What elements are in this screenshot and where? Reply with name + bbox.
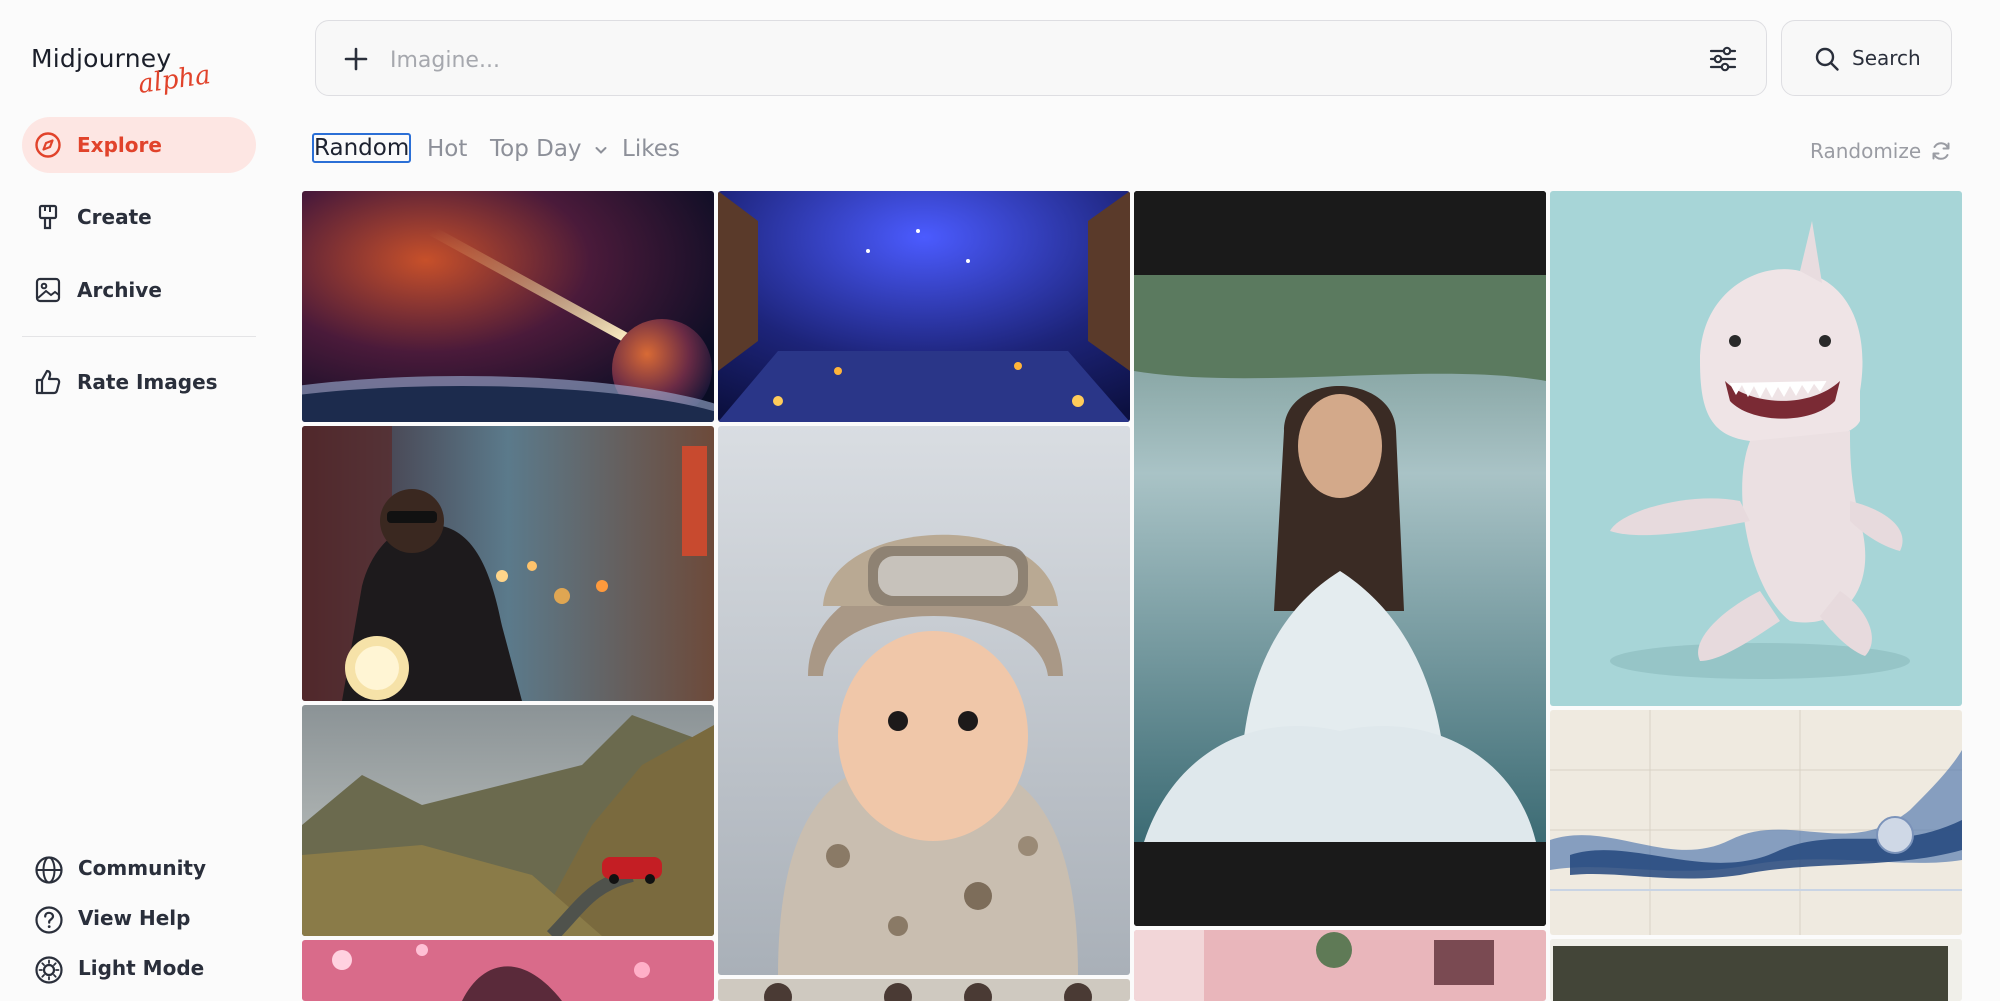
thumbs-up-icon (35, 369, 61, 395)
sidebar-footer-label: Community (78, 856, 207, 880)
sidebar-divider (22, 336, 256, 337)
tab-likes[interactable]: Likes (622, 136, 680, 162)
search-icon (1815, 47, 1839, 71)
gallery-artwork (718, 426, 1130, 975)
gallery-image-pink-shark[interactable] (1550, 191, 1962, 706)
sidebar-item-archive[interactable]: Archive (22, 262, 256, 318)
gallery-artwork (718, 979, 1130, 1001)
sidebar-item-label: Create (77, 205, 152, 229)
help-circle-icon (35, 906, 63, 934)
imagine-input[interactable] (388, 39, 1592, 81)
sidebar-item-create[interactable]: Create (22, 189, 256, 245)
midjourney-logo[interactable]: Midjourney alpha (31, 44, 212, 100)
sun-icon (35, 956, 63, 984)
gallery-image-sketch-figures[interactable] (718, 979, 1130, 1001)
sidebar: Midjourney alpha Explore Create Archive (0, 0, 280, 1001)
search-button[interactable]: Search (1781, 20, 1952, 96)
gallery-artwork (1550, 939, 1962, 1001)
search-button-label: Search (1852, 46, 1921, 70)
sidebar-item-label: Explore (77, 133, 162, 157)
gallery-image-pink-hair[interactable] (302, 940, 714, 1001)
gallery-artwork (302, 940, 714, 1001)
gallery-image-biker[interactable] (302, 426, 714, 701)
gallery-image-man-in-robe[interactable] (1134, 191, 1546, 926)
sidebar-item-label: Rate Images (77, 370, 218, 394)
gallery-artwork (1550, 191, 1962, 706)
gallery-artwork (1134, 930, 1546, 1001)
gallery-image-comet-space[interactable] (302, 191, 714, 422)
gallery-artwork (718, 191, 1130, 422)
sidebar-item-rate-images[interactable]: Rate Images (22, 354, 256, 410)
gallery-image-baby-soldier[interactable] (718, 426, 1130, 975)
gallery-image-starry-tent[interactable] (718, 191, 1130, 422)
gallery-artwork (1550, 710, 1962, 935)
compass-icon (35, 132, 61, 158)
gallery-image-mountain-car[interactable] (302, 705, 714, 936)
sidebar-item-label: Archive (77, 278, 162, 302)
tab-top-day-label: Top Day (490, 136, 582, 162)
gallery-image-blue-smoke[interactable] (1550, 710, 1962, 935)
randomize-button[interactable]: Randomize (1810, 139, 1921, 163)
gallery-artwork (302, 191, 714, 422)
sidebar-footer-label: View Help (78, 906, 191, 930)
sidebar-item-view-help[interactable]: View Help (22, 897, 262, 939)
refresh-icon[interactable] (1930, 140, 1952, 162)
chevron-down-icon (595, 146, 607, 154)
plus-icon[interactable] (342, 45, 370, 73)
imagine-bar (315, 20, 1767, 96)
sidebar-footer-label: Light Mode (78, 956, 205, 980)
globe-icon (35, 856, 63, 884)
tab-top-day[interactable]: Top Day (490, 136, 609, 162)
gallery-artwork (1134, 191, 1546, 926)
gallery-image-dark-frame[interactable] (1550, 939, 1962, 1001)
paintbrush-icon (38, 204, 58, 230)
sidebar-item-explore[interactable]: Explore (22, 117, 256, 173)
gallery-artwork (302, 705, 714, 936)
sliders-icon[interactable] (1708, 44, 1738, 74)
gallery-artwork (302, 426, 714, 701)
sidebar-item-community[interactable]: Community (22, 847, 262, 889)
image-icon (35, 277, 61, 303)
tab-random[interactable]: Random (312, 133, 412, 163)
sidebar-item-light-mode[interactable]: Light Mode (22, 947, 262, 989)
gallery-image-pink-room[interactable] (1134, 930, 1546, 1001)
tab-hot[interactable]: Hot (427, 136, 467, 162)
